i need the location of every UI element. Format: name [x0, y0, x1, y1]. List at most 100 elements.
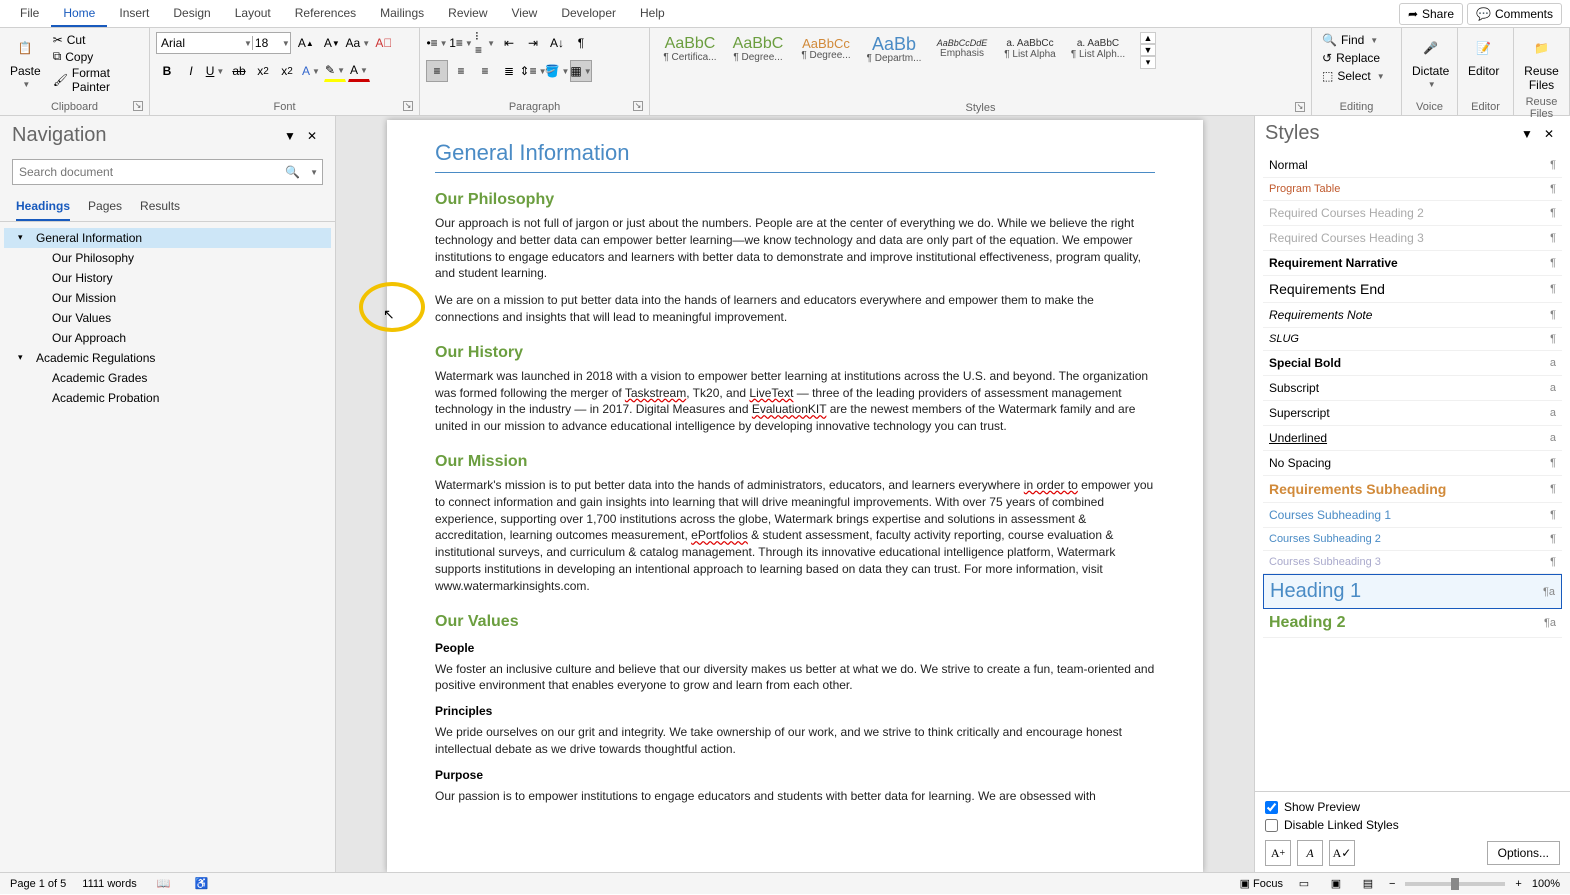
navtree-item[interactable]: ▾Academic Regulations [4, 348, 331, 368]
menu-help[interactable]: Help [628, 1, 677, 27]
navpane-tab-pages[interactable]: Pages [88, 193, 122, 221]
word-count[interactable]: 1111 words [82, 878, 136, 890]
style-row[interactable]: Normal¶ [1263, 153, 1562, 178]
gallery-up-icon[interactable]: ▲ [1140, 32, 1156, 44]
style-row[interactable]: Subscripta [1263, 376, 1562, 401]
style-row[interactable]: Courses Subheading 2¶ [1263, 528, 1562, 551]
bullets-icon[interactable]: •≡▼ [426, 32, 448, 54]
navtree-item[interactable]: ▾General Information [4, 228, 331, 248]
style-tile[interactable]: AaBbCcDdEEmphasis [928, 32, 996, 66]
navtree-item[interactable]: Our Mission [4, 288, 331, 308]
navtree-item[interactable]: Academic Probation [4, 388, 331, 408]
navtree-item[interactable]: Academic Grades [4, 368, 331, 388]
line-spacing-icon[interactable]: ⇕≡▼ [522, 60, 544, 82]
style-row[interactable]: Requirements End¶ [1263, 276, 1562, 303]
menu-insert[interactable]: Insert [107, 1, 161, 27]
show-marks-icon[interactable]: ¶ [570, 32, 592, 54]
strike-icon[interactable]: ab [228, 60, 250, 82]
menu-file[interactable]: File [8, 1, 51, 27]
font-size-dropdown[interactable]: ▼ [282, 39, 290, 48]
shrink-font-icon[interactable]: A▼ [321, 32, 343, 54]
comments-button[interactable]: 💬Comments [1467, 3, 1562, 25]
page-indicator[interactable]: Page 1 of 5 [10, 878, 66, 890]
dictate-button[interactable]: 🎤Dictate▼ [1408, 32, 1453, 91]
highlight-icon[interactable]: ✎▼ [324, 60, 346, 82]
show-preview-checkbox[interactable]: Show Preview [1265, 798, 1560, 816]
zoom-slider[interactable] [1405, 882, 1505, 886]
sort-icon[interactable]: A↓ [546, 32, 568, 54]
cut-button[interactable]: ✂Cut [49, 32, 143, 48]
style-tile[interactable]: AaBbC¶ Degree... [724, 32, 792, 66]
font-name-dropdown[interactable]: ▼ [244, 39, 252, 48]
disable-linked-checkbox[interactable]: Disable Linked Styles [1265, 816, 1560, 834]
paste-button[interactable]: 📋 Paste ▼ [6, 32, 45, 91]
stylespane-dropdown-icon[interactable]: ▼ [1516, 123, 1538, 145]
share-button[interactable]: ➦Share [1399, 3, 1463, 25]
font-color-icon[interactable]: A▼ [348, 60, 370, 82]
superscript-icon[interactable]: x2 [276, 60, 298, 82]
copy-button[interactable]: ⧉Copy [49, 48, 143, 65]
menu-design[interactable]: Design [161, 1, 222, 27]
manage-styles-button[interactable]: A✓ [1329, 840, 1355, 866]
zoom-in-icon[interactable]: + [1515, 878, 1521, 890]
italic-icon[interactable]: I [180, 60, 202, 82]
navtree-item[interactable]: Our Values [4, 308, 331, 328]
align-left-icon[interactable]: ≡ [426, 60, 448, 82]
new-style-button[interactable]: A+ [1265, 840, 1291, 866]
menu-review[interactable]: Review [436, 1, 499, 27]
read-mode-icon[interactable]: ▭ [1293, 873, 1315, 895]
navtree-item[interactable]: Our Philosophy [4, 248, 331, 268]
search-dropdown-icon[interactable]: ▼ [306, 168, 322, 177]
menu-developer[interactable]: Developer [549, 1, 628, 27]
gallery-down-icon[interactable]: ▼ [1140, 44, 1156, 56]
print-layout-icon[interactable]: ▣ [1325, 873, 1347, 895]
search-input[interactable] [13, 165, 281, 179]
accessibility-icon[interactable]: ♿ [191, 873, 213, 895]
style-row[interactable]: Courses Subheading 3¶ [1263, 551, 1562, 574]
style-row[interactable]: Heading 1¶a [1263, 574, 1562, 609]
editor-button[interactable]: 📝Editor [1464, 32, 1503, 80]
reuse-files-button[interactable]: 📁Reuse Files [1520, 32, 1563, 94]
zoom-out-icon[interactable]: − [1389, 878, 1395, 890]
style-row[interactable]: Superscripta [1263, 401, 1562, 426]
navpane-search[interactable]: 🔍 ▼ [12, 159, 323, 185]
menu-mailings[interactable]: Mailings [368, 1, 436, 27]
style-row[interactable]: Requirements Note¶ [1263, 303, 1562, 328]
style-row[interactable]: No Spacing¶ [1263, 451, 1562, 476]
align-right-icon[interactable]: ≡ [474, 60, 496, 82]
multilevel-icon[interactable]: ⁝≡▼ [474, 32, 496, 54]
style-row[interactable]: Requirement Narrative¶ [1263, 251, 1562, 276]
select-button[interactable]: ⬚Select▼ [1318, 68, 1389, 84]
document-area[interactable]: General Information Our PhilosophyOur ap… [336, 116, 1254, 872]
focus-button[interactable]: ▣ Focus [1240, 877, 1283, 890]
navpane-tab-results[interactable]: Results [140, 193, 180, 221]
menu-view[interactable]: View [500, 1, 550, 27]
style-tile[interactable]: AaBbCc¶ Degree... [792, 32, 860, 66]
style-row[interactable]: Required Courses Heading 2¶ [1263, 201, 1562, 226]
menu-layout[interactable]: Layout [223, 1, 283, 27]
styles-gallery[interactable]: AaBbC¶ Certifica...AaBbC¶ Degree...AaBbC… [656, 32, 1136, 100]
replace-button[interactable]: ↺Replace [1318, 50, 1384, 66]
find-button[interactable]: 🔍Find▼ [1318, 32, 1382, 48]
style-tile[interactable]: a. AaBbC¶ List Alph... [1064, 32, 1132, 66]
search-icon[interactable]: 🔍 [281, 165, 304, 179]
style-tile[interactable]: AaBbC¶ Certifica... [656, 32, 724, 66]
style-row[interactable]: Heading 2¶a [1263, 609, 1562, 638]
style-row[interactable]: Required Courses Heading 3¶ [1263, 226, 1562, 251]
subscript-icon[interactable]: x2 [252, 60, 274, 82]
style-row[interactable]: Program Table¶ [1263, 178, 1562, 201]
navtree-item[interactable]: Our History [4, 268, 331, 288]
style-inspector-button[interactable]: A [1297, 840, 1323, 866]
navpane-close-icon[interactable]: ✕ [301, 125, 323, 147]
styles-launcher[interactable]: ↘ [1295, 102, 1305, 112]
paragraph-launcher[interactable]: ↘ [633, 101, 643, 111]
grow-font-icon[interactable]: A▲ [295, 32, 317, 54]
style-tile[interactable]: a. AaBbCc¶ List Alpha [996, 32, 1064, 66]
increase-indent-icon[interactable]: ⇥ [522, 32, 544, 54]
zoom-level[interactable]: 100% [1532, 878, 1560, 890]
font-name-input[interactable] [157, 36, 242, 50]
style-row[interactable]: Underlineda [1263, 426, 1562, 451]
spellcheck-icon[interactable]: 📖 [153, 873, 175, 895]
borders-icon[interactable]: ▦▼ [570, 60, 592, 82]
decrease-indent-icon[interactable]: ⇤ [498, 32, 520, 54]
